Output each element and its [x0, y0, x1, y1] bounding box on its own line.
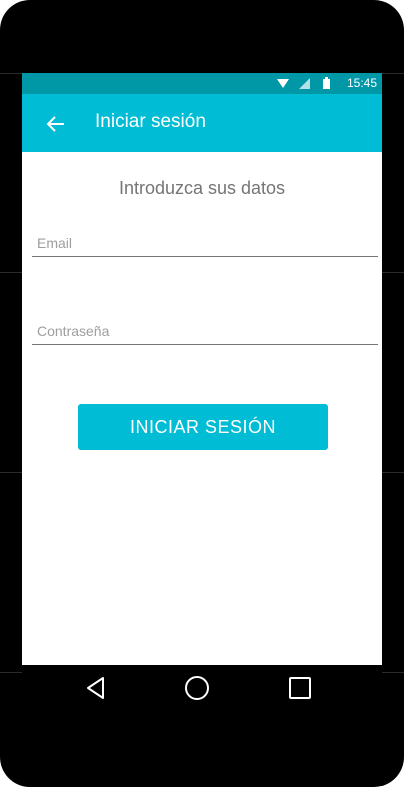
- back-triangle-icon[interactable]: [83, 675, 109, 701]
- home-circle-icon[interactable]: [184, 675, 210, 701]
- status-bar: 15:45: [22, 73, 382, 94]
- page-title: Iniciar sesión: [95, 111, 206, 132]
- signal-icon: [299, 78, 310, 89]
- battery-icon: [323, 77, 330, 89]
- password-field[interactable]: [32, 318, 378, 345]
- recents-square-icon[interactable]: [287, 675, 313, 701]
- phone-device: 15:45 Iniciar sesión Introduzca sus dato…: [0, 0, 404, 787]
- email-field[interactable]: [32, 230, 378, 257]
- arrow-left-icon[interactable]: [44, 112, 68, 136]
- status-time: 15:45: [346, 76, 377, 90]
- form-heading: Introduzca sus datos: [118, 178, 286, 198]
- login-button[interactable]: INICIAR SESIÓN: [78, 404, 328, 450]
- wifi-icon: [277, 79, 289, 88]
- nav-bar: [22, 665, 382, 711]
- app-bar: Iniciar sesión: [22, 94, 382, 152]
- screen: 15:45 Iniciar sesión Introduzca sus dato…: [22, 73, 382, 665]
